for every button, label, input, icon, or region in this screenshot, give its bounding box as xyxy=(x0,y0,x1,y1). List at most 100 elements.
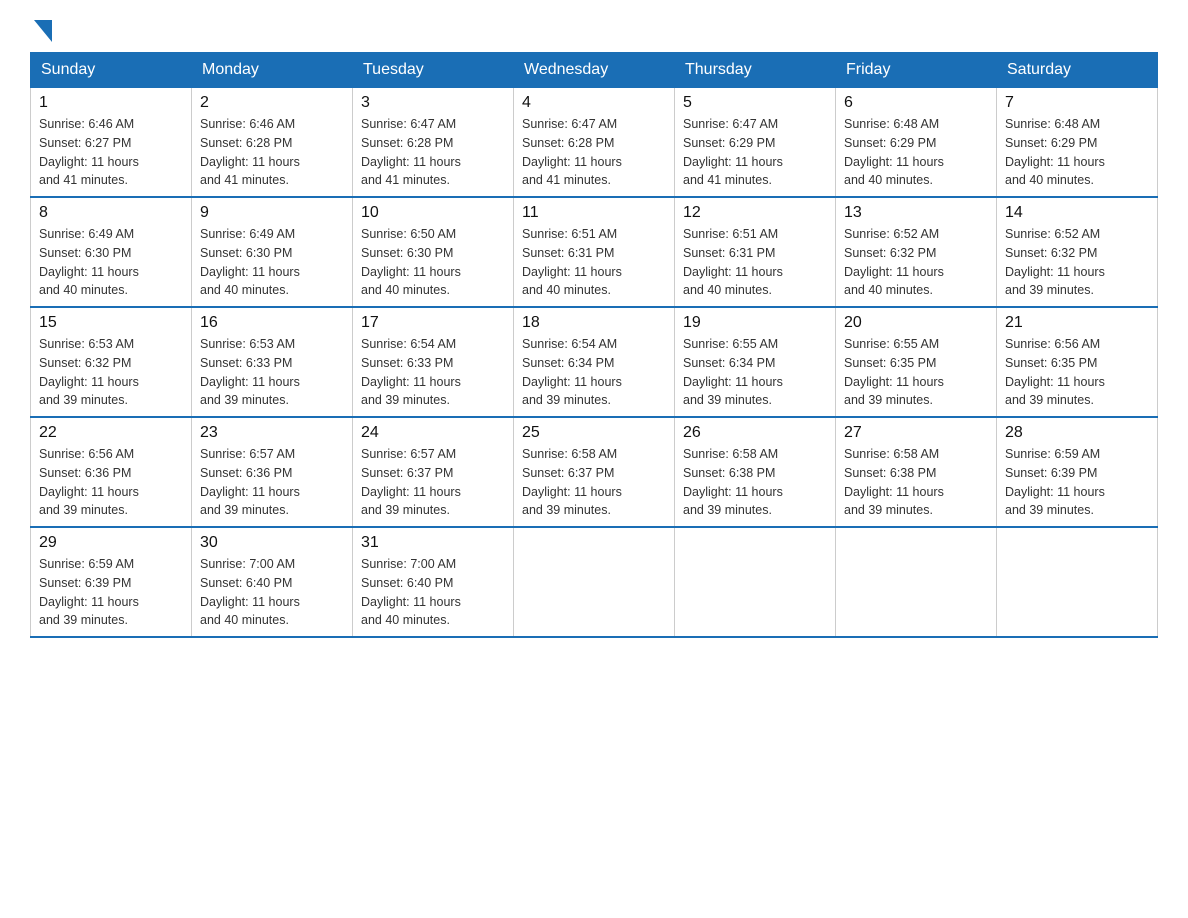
day-info: Sunrise: 6:56 AMSunset: 6:35 PMDaylight:… xyxy=(1005,335,1149,410)
day-info: Sunrise: 6:46 AMSunset: 6:27 PMDaylight:… xyxy=(39,115,183,190)
day-info: Sunrise: 6:51 AMSunset: 6:31 PMDaylight:… xyxy=(683,225,827,300)
day-info: Sunrise: 6:51 AMSunset: 6:31 PMDaylight:… xyxy=(522,225,666,300)
calendar-cell xyxy=(997,527,1158,637)
day-info: Sunrise: 6:59 AMSunset: 6:39 PMDaylight:… xyxy=(1005,445,1149,520)
calendar-cell: 11 Sunrise: 6:51 AMSunset: 6:31 PMDaylig… xyxy=(514,197,675,307)
day-info: Sunrise: 6:58 AMSunset: 6:37 PMDaylight:… xyxy=(522,445,666,520)
day-info: Sunrise: 6:55 AMSunset: 6:34 PMDaylight:… xyxy=(683,335,827,410)
day-info: Sunrise: 6:58 AMSunset: 6:38 PMDaylight:… xyxy=(844,445,988,520)
calendar-cell: 9 Sunrise: 6:49 AMSunset: 6:30 PMDayligh… xyxy=(192,197,353,307)
day-info: Sunrise: 6:55 AMSunset: 6:35 PMDaylight:… xyxy=(844,335,988,410)
weekday-header-monday: Monday xyxy=(192,53,353,88)
day-info: Sunrise: 6:57 AMSunset: 6:37 PMDaylight:… xyxy=(361,445,505,520)
day-info: Sunrise: 7:00 AMSunset: 6:40 PMDaylight:… xyxy=(200,555,344,630)
day-info: Sunrise: 6:53 AMSunset: 6:33 PMDaylight:… xyxy=(200,335,344,410)
calendar-cell: 26 Sunrise: 6:58 AMSunset: 6:38 PMDaylig… xyxy=(675,417,836,527)
day-number: 30 xyxy=(200,534,344,552)
day-number: 16 xyxy=(200,314,344,332)
day-info: Sunrise: 6:47 AMSunset: 6:28 PMDaylight:… xyxy=(522,115,666,190)
day-number: 2 xyxy=(200,94,344,112)
day-number: 22 xyxy=(39,424,183,442)
calendar-cell: 17 Sunrise: 6:54 AMSunset: 6:33 PMDaylig… xyxy=(353,307,514,417)
day-info: Sunrise: 6:49 AMSunset: 6:30 PMDaylight:… xyxy=(39,225,183,300)
day-number: 19 xyxy=(683,314,827,332)
day-number: 4 xyxy=(522,94,666,112)
day-info: Sunrise: 6:58 AMSunset: 6:38 PMDaylight:… xyxy=(683,445,827,520)
day-number: 12 xyxy=(683,204,827,222)
day-number: 10 xyxy=(361,204,505,222)
calendar-cell: 8 Sunrise: 6:49 AMSunset: 6:30 PMDayligh… xyxy=(31,197,192,307)
weekday-header-sunday: Sunday xyxy=(31,53,192,88)
day-info: Sunrise: 6:54 AMSunset: 6:34 PMDaylight:… xyxy=(522,335,666,410)
calendar-cell: 4 Sunrise: 6:47 AMSunset: 6:28 PMDayligh… xyxy=(514,88,675,198)
day-number: 6 xyxy=(844,94,988,112)
calendar-cell: 3 Sunrise: 6:47 AMSunset: 6:28 PMDayligh… xyxy=(353,88,514,198)
day-info: Sunrise: 6:59 AMSunset: 6:39 PMDaylight:… xyxy=(39,555,183,630)
calendar-cell: 23 Sunrise: 6:57 AMSunset: 6:36 PMDaylig… xyxy=(192,417,353,527)
calendar-cell xyxy=(675,527,836,637)
day-info: Sunrise: 6:50 AMSunset: 6:30 PMDaylight:… xyxy=(361,225,505,300)
day-number: 1 xyxy=(39,94,183,112)
day-info: Sunrise: 6:47 AMSunset: 6:29 PMDaylight:… xyxy=(683,115,827,190)
calendar-cell: 16 Sunrise: 6:53 AMSunset: 6:33 PMDaylig… xyxy=(192,307,353,417)
logo-area xyxy=(30,20,54,42)
calendar-cell: 1 Sunrise: 6:46 AMSunset: 6:27 PMDayligh… xyxy=(31,88,192,198)
calendar-cell: 22 Sunrise: 6:56 AMSunset: 6:36 PMDaylig… xyxy=(31,417,192,527)
calendar-cell xyxy=(836,527,997,637)
calendar-cell: 2 Sunrise: 6:46 AMSunset: 6:28 PMDayligh… xyxy=(192,88,353,198)
day-number: 7 xyxy=(1005,94,1149,112)
day-number: 24 xyxy=(361,424,505,442)
calendar-cell: 14 Sunrise: 6:52 AMSunset: 6:32 PMDaylig… xyxy=(997,197,1158,307)
day-number: 13 xyxy=(844,204,988,222)
week-row-1: 1 Sunrise: 6:46 AMSunset: 6:27 PMDayligh… xyxy=(31,88,1158,198)
day-number: 5 xyxy=(683,94,827,112)
logo xyxy=(30,20,54,42)
day-number: 3 xyxy=(361,94,505,112)
calendar-cell: 10 Sunrise: 6:50 AMSunset: 6:30 PMDaylig… xyxy=(353,197,514,307)
weekday-header-friday: Friday xyxy=(836,53,997,88)
day-number: 28 xyxy=(1005,424,1149,442)
day-number: 15 xyxy=(39,314,183,332)
calendar-cell: 13 Sunrise: 6:52 AMSunset: 6:32 PMDaylig… xyxy=(836,197,997,307)
week-row-4: 22 Sunrise: 6:56 AMSunset: 6:36 PMDaylig… xyxy=(31,417,1158,527)
day-info: Sunrise: 6:52 AMSunset: 6:32 PMDaylight:… xyxy=(1005,225,1149,300)
calendar-header: SundayMondayTuesdayWednesdayThursdayFrid… xyxy=(31,53,1158,88)
calendar-cell: 15 Sunrise: 6:53 AMSunset: 6:32 PMDaylig… xyxy=(31,307,192,417)
weekday-header-saturday: Saturday xyxy=(997,53,1158,88)
day-info: Sunrise: 6:49 AMSunset: 6:30 PMDaylight:… xyxy=(200,225,344,300)
day-number: 27 xyxy=(844,424,988,442)
calendar-cell: 28 Sunrise: 6:59 AMSunset: 6:39 PMDaylig… xyxy=(997,417,1158,527)
day-number: 21 xyxy=(1005,314,1149,332)
week-row-2: 8 Sunrise: 6:49 AMSunset: 6:30 PMDayligh… xyxy=(31,197,1158,307)
calendar-cell: 29 Sunrise: 6:59 AMSunset: 6:39 PMDaylig… xyxy=(31,527,192,637)
calendar-cell: 25 Sunrise: 6:58 AMSunset: 6:37 PMDaylig… xyxy=(514,417,675,527)
day-info: Sunrise: 6:53 AMSunset: 6:32 PMDaylight:… xyxy=(39,335,183,410)
day-info: Sunrise: 6:46 AMSunset: 6:28 PMDaylight:… xyxy=(200,115,344,190)
week-row-5: 29 Sunrise: 6:59 AMSunset: 6:39 PMDaylig… xyxy=(31,527,1158,637)
day-number: 14 xyxy=(1005,204,1149,222)
day-info: Sunrise: 6:48 AMSunset: 6:29 PMDaylight:… xyxy=(844,115,988,190)
calendar-cell: 20 Sunrise: 6:55 AMSunset: 6:35 PMDaylig… xyxy=(836,307,997,417)
weekday-header-wednesday: Wednesday xyxy=(514,53,675,88)
day-info: Sunrise: 6:47 AMSunset: 6:28 PMDaylight:… xyxy=(361,115,505,190)
weekday-row: SundayMondayTuesdayWednesdayThursdayFrid… xyxy=(31,53,1158,88)
day-number: 11 xyxy=(522,204,666,222)
calendar-cell: 5 Sunrise: 6:47 AMSunset: 6:29 PMDayligh… xyxy=(675,88,836,198)
logo-arrow-icon xyxy=(34,20,52,42)
calendar-table: SundayMondayTuesdayWednesdayThursdayFrid… xyxy=(30,52,1158,638)
calendar-cell: 30 Sunrise: 7:00 AMSunset: 6:40 PMDaylig… xyxy=(192,527,353,637)
page-header xyxy=(30,20,1158,42)
day-number: 31 xyxy=(361,534,505,552)
day-number: 23 xyxy=(200,424,344,442)
day-number: 25 xyxy=(522,424,666,442)
day-info: Sunrise: 6:52 AMSunset: 6:32 PMDaylight:… xyxy=(844,225,988,300)
day-info: Sunrise: 6:57 AMSunset: 6:36 PMDaylight:… xyxy=(200,445,344,520)
calendar-cell: 31 Sunrise: 7:00 AMSunset: 6:40 PMDaylig… xyxy=(353,527,514,637)
day-number: 8 xyxy=(39,204,183,222)
day-number: 9 xyxy=(200,204,344,222)
day-info: Sunrise: 6:56 AMSunset: 6:36 PMDaylight:… xyxy=(39,445,183,520)
calendar-cell xyxy=(514,527,675,637)
calendar-cell: 6 Sunrise: 6:48 AMSunset: 6:29 PMDayligh… xyxy=(836,88,997,198)
calendar-cell: 19 Sunrise: 6:55 AMSunset: 6:34 PMDaylig… xyxy=(675,307,836,417)
weekday-header-thursday: Thursday xyxy=(675,53,836,88)
